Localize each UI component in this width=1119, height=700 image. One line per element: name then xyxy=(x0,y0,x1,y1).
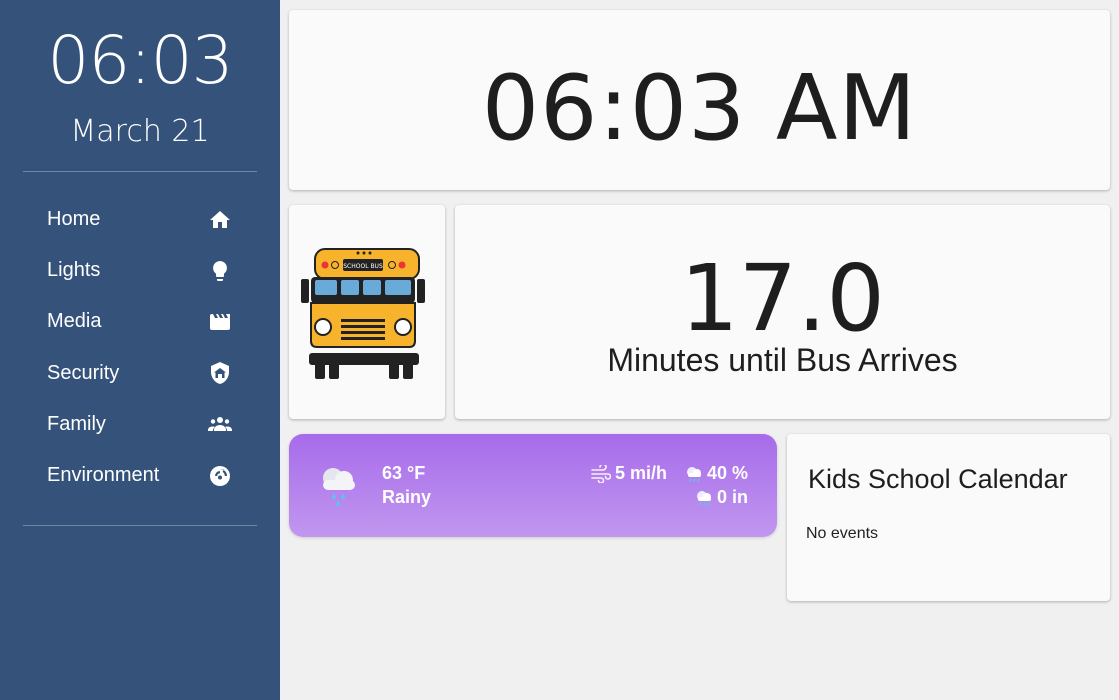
sidebar-item-label: Environment xyxy=(47,464,160,487)
rainy-cloud-icon xyxy=(323,468,355,506)
weather-precip-probability-value: 40 % xyxy=(707,463,749,483)
weather-condition: Rainy xyxy=(382,487,432,507)
wind-icon xyxy=(591,464,611,483)
shield-home-icon xyxy=(207,360,233,386)
clock-time: 06:03 AM xyxy=(481,56,918,161)
sidebar-item-label: Lights xyxy=(47,259,101,282)
sidebar-item-label: Home xyxy=(47,208,101,231)
clapperboard-icon xyxy=(207,309,233,335)
home-icon xyxy=(207,207,233,233)
weather-temperature: 63 °F xyxy=(382,463,426,483)
weather-card[interactable]: 63 °F Rainy 5 mi/h 40 % 0 in xyxy=(289,434,777,537)
sidebar-item-label: Security xyxy=(47,361,120,384)
rain-cloud-small-icon xyxy=(697,490,711,506)
bus-eta-card[interactable]: 17.0 Minutes until Bus Arrives xyxy=(455,205,1110,419)
bus-eta-value: 17.0 xyxy=(680,245,885,352)
sidebar-item-lights[interactable]: Lights xyxy=(23,245,257,296)
calendar-empty-text: No events xyxy=(806,525,879,542)
bus-eta-label: Minutes until Bus Arrives xyxy=(607,342,958,378)
sidebar-divider-bottom xyxy=(23,525,257,526)
sidebar-item-media[interactable]: Media xyxy=(23,296,257,347)
clock-card: 06:03 AM xyxy=(289,10,1110,190)
weather-wind-value: 5 mi/h xyxy=(615,463,668,483)
weather-precipitation-value: 0 in xyxy=(717,487,749,507)
sidebar-date: March 21 xyxy=(70,114,210,149)
rain-cloud-small-icon xyxy=(687,466,701,482)
people-icon xyxy=(207,411,233,437)
sidebar-nav: Home Lights Media Security Family Enviro… xyxy=(23,194,257,501)
calendar-title: Kids School Calendar xyxy=(808,464,1068,494)
calendar-card[interactable]: Kids School Calendar No events xyxy=(787,434,1110,601)
sidebar-item-family[interactable]: Family xyxy=(23,399,257,450)
sidebar-clock: 06:03 xyxy=(47,22,233,99)
sidebar-item-home[interactable]: Home xyxy=(23,194,257,245)
weather-wind: 5 mi/h xyxy=(591,463,667,484)
sidebar-item-label: Family xyxy=(47,412,106,435)
sidebar-item-label: Media xyxy=(47,310,102,333)
weather-precip-probability: 40 % xyxy=(685,463,748,484)
sidebar-item-environment[interactable]: Environment xyxy=(23,450,257,501)
lightbulb-icon xyxy=(207,258,233,284)
gauge-icon xyxy=(207,463,233,489)
bus-picture-card[interactable]: SCHOOL BUS xyxy=(289,205,445,419)
sidebar-divider-top xyxy=(23,171,257,172)
weather-precipitation: 0 in xyxy=(695,487,748,508)
school-bus-icon: SCHOOL BUS xyxy=(301,248,425,379)
sidebar-item-security[interactable]: Security xyxy=(23,348,257,399)
svg-text:SCHOOL BUS: SCHOOL BUS xyxy=(343,263,383,270)
sidebar: 06:03 March 21 Home Lights Media Securit… xyxy=(0,0,280,700)
